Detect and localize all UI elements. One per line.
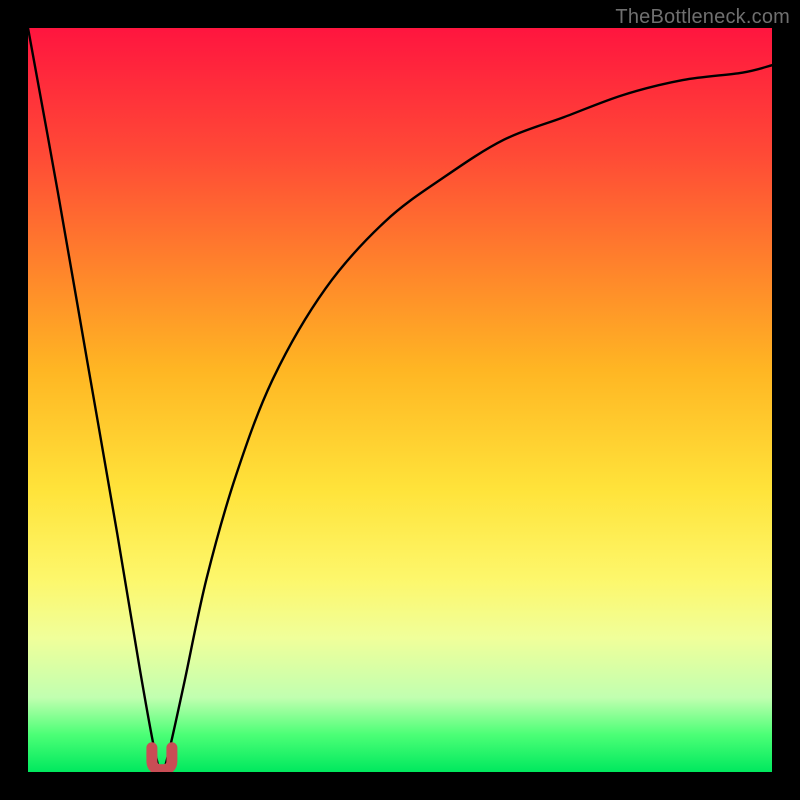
chart-frame: TheBottleneck.com [0,0,800,800]
optimum-marker [152,748,172,770]
curve-overlay [28,28,772,772]
watermark-text: TheBottleneck.com [615,6,790,29]
bottleneck-curve [28,28,772,772]
plot-area [28,28,772,772]
